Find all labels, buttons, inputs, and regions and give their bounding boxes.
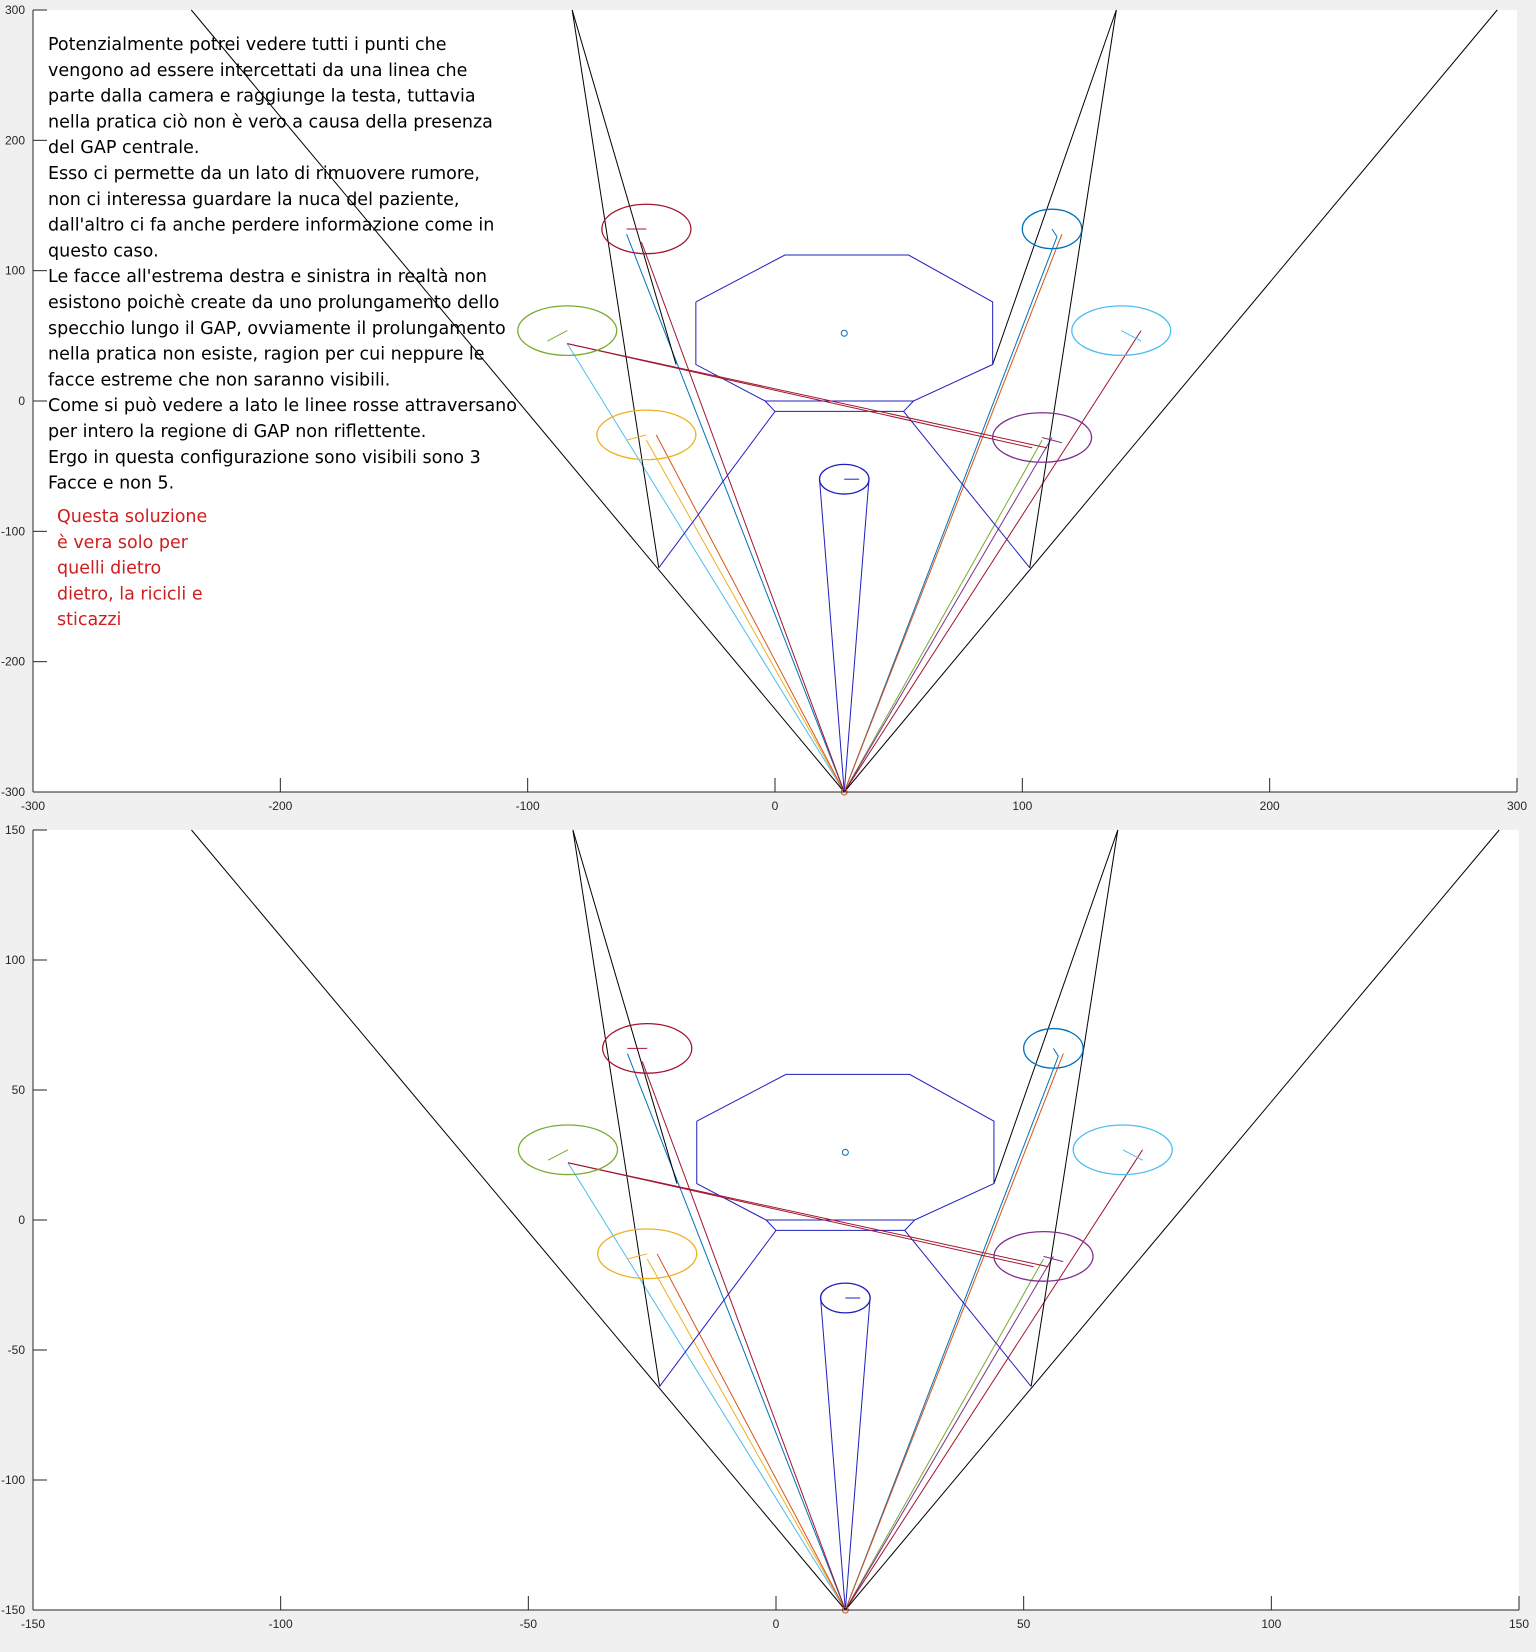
annotation-line: vengono ad essere intercettati da una li…	[48, 61, 467, 81]
y-tick-label: -150	[1, 1603, 25, 1617]
y-tick-label: 100	[5, 264, 25, 278]
annotation-red-line: quelli dietro	[57, 559, 161, 579]
x-tick-label: 150	[1509, 1617, 1529, 1631]
annotation-line: dall'altro ci fa anche perdere informazi…	[48, 216, 494, 236]
annotation-line: questo caso.	[48, 241, 159, 261]
annotation-line: facce estreme che non saranno visibili.	[48, 370, 390, 390]
annotation-line: del GAP centrale.	[48, 138, 199, 158]
y-tick-label: 50	[12, 1083, 26, 1097]
x-tick-label: 100	[1261, 1617, 1281, 1631]
annotation-line: nella pratica ciò non è vero a causa del…	[48, 112, 493, 132]
y-tick-label: -100	[1, 524, 25, 538]
y-tick-label: -50	[8, 1343, 26, 1357]
x-tick-label: -50	[520, 1617, 538, 1631]
y-tick-label: -300	[1, 785, 25, 799]
annotation-line: Potenzialmente potrei vedere tutti i pun…	[48, 35, 446, 55]
annotation-line: Le facce all'estrema destra e sinistra i…	[48, 267, 487, 287]
y-tick-label: -100	[1, 1473, 25, 1487]
annotation-red-line: Questa soluzione	[57, 507, 207, 527]
y-tick-label: -200	[1, 655, 25, 669]
x-tick-label: -200	[268, 799, 292, 813]
annotation-line: nella pratica non esiste, ragion per cui…	[48, 345, 485, 365]
annotation-line: esistono poichè create da uno prolungame…	[48, 293, 499, 313]
annotation-line: non ci interessa guardare la nuca del pa…	[48, 190, 459, 210]
annotation-red-line: dietro, la ricicli e	[57, 584, 203, 604]
upper-chart: -300 -200 -100 0 100 200 300 300 200 100 0 -100 -200…	[0, 0, 1536, 820]
x-tick-label: -100	[516, 799, 540, 813]
annotation-line: Ergo in questa configurazione sono visib…	[48, 448, 481, 468]
annotation-line: specchio lungo il GAP, ovviamente il pro…	[48, 319, 506, 339]
y-tick-label: 200	[5, 133, 25, 147]
y-tick-label: 0	[18, 394, 25, 408]
x-tick-label: -150	[21, 1617, 45, 1631]
annotation-line: Facce e non 5.	[48, 474, 174, 494]
x-tick-label: 200	[1260, 799, 1280, 813]
annotation-line: Come si può vedere a lato le linee rosse…	[48, 396, 517, 416]
annotation-red-line: sticazzi	[57, 610, 121, 630]
x-tick-label: 50	[1017, 1617, 1031, 1631]
y-tick-label: 0	[18, 1213, 25, 1227]
x-tick-label: -100	[269, 1617, 293, 1631]
x-tick-label: 100	[1012, 799, 1032, 813]
y-tick-label: 150	[5, 823, 25, 837]
x-tick-label: -300	[21, 799, 45, 813]
y-tick-label: 100	[5, 953, 25, 967]
x-tick-label: 0	[772, 799, 779, 813]
x-tick-label: 300	[1507, 799, 1527, 813]
annotation-line: per intero la regione di GAP non riflett…	[48, 422, 426, 442]
annotation-red-line: è vera solo per	[57, 533, 189, 553]
y-tick-label: 300	[5, 3, 25, 17]
x-tick-label: 0	[773, 1617, 780, 1631]
annotation-line: parte dalla camera e raggiunge la testa,…	[48, 87, 476, 107]
lower-chart: -150 -100 -50 0 50 100 150 150 100 50 0 -50 -100 -150	[0, 820, 1536, 1652]
annotation-line: Esso ci permette da un lato di rimuovere…	[48, 164, 480, 184]
